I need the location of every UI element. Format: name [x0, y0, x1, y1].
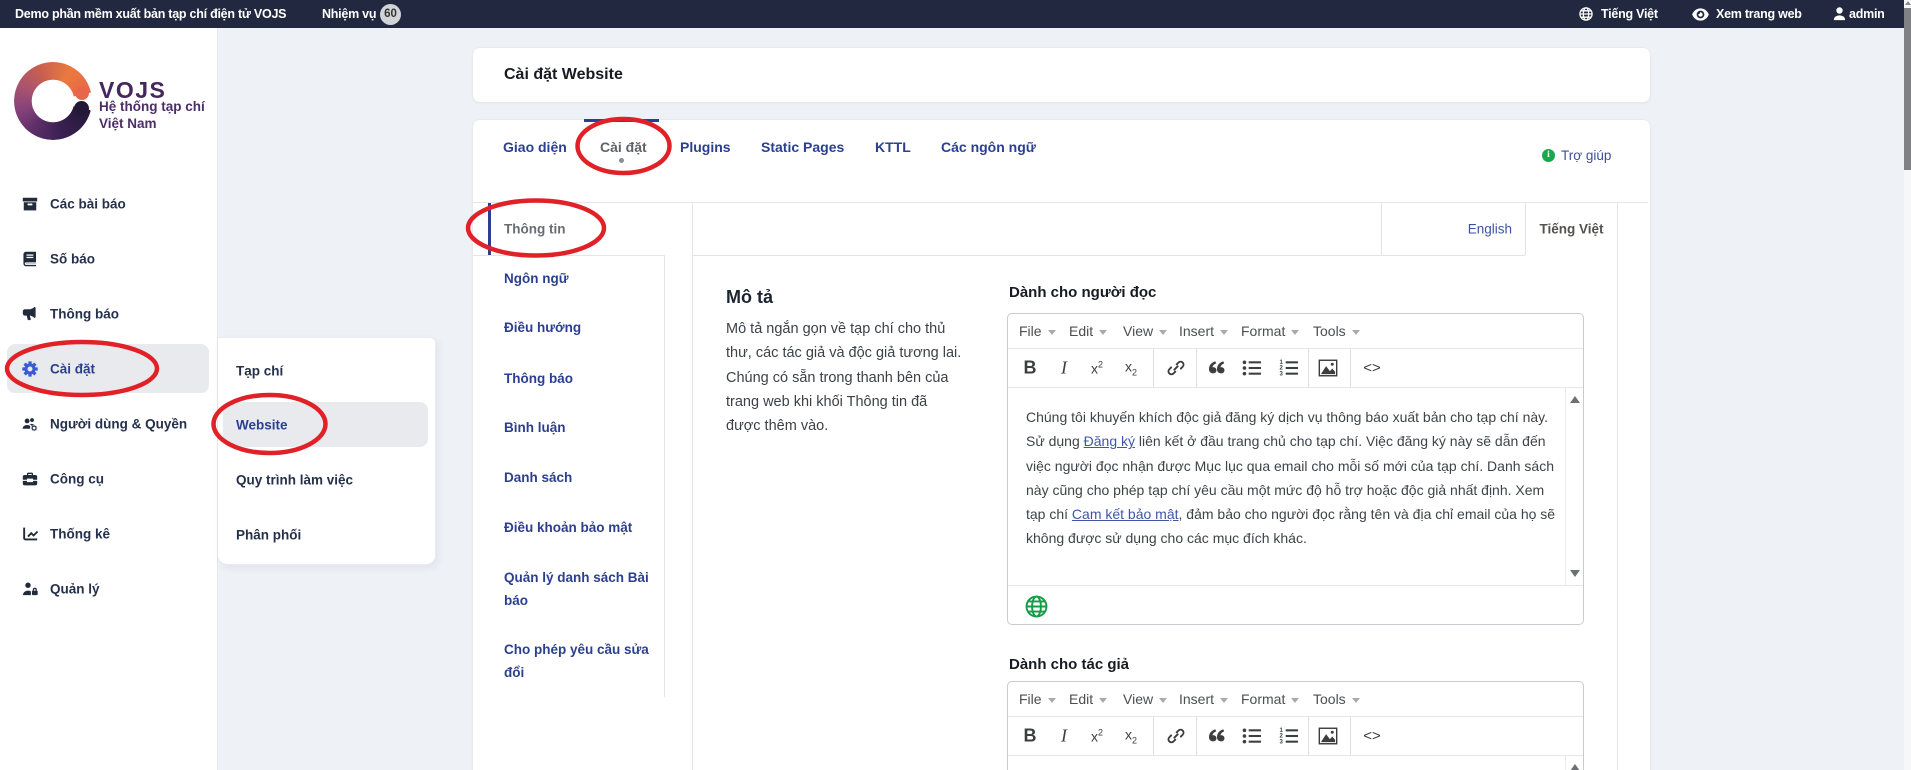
svg-text:3: 3 — [1280, 372, 1284, 377]
svg-text:3: 3 — [1280, 740, 1284, 745]
